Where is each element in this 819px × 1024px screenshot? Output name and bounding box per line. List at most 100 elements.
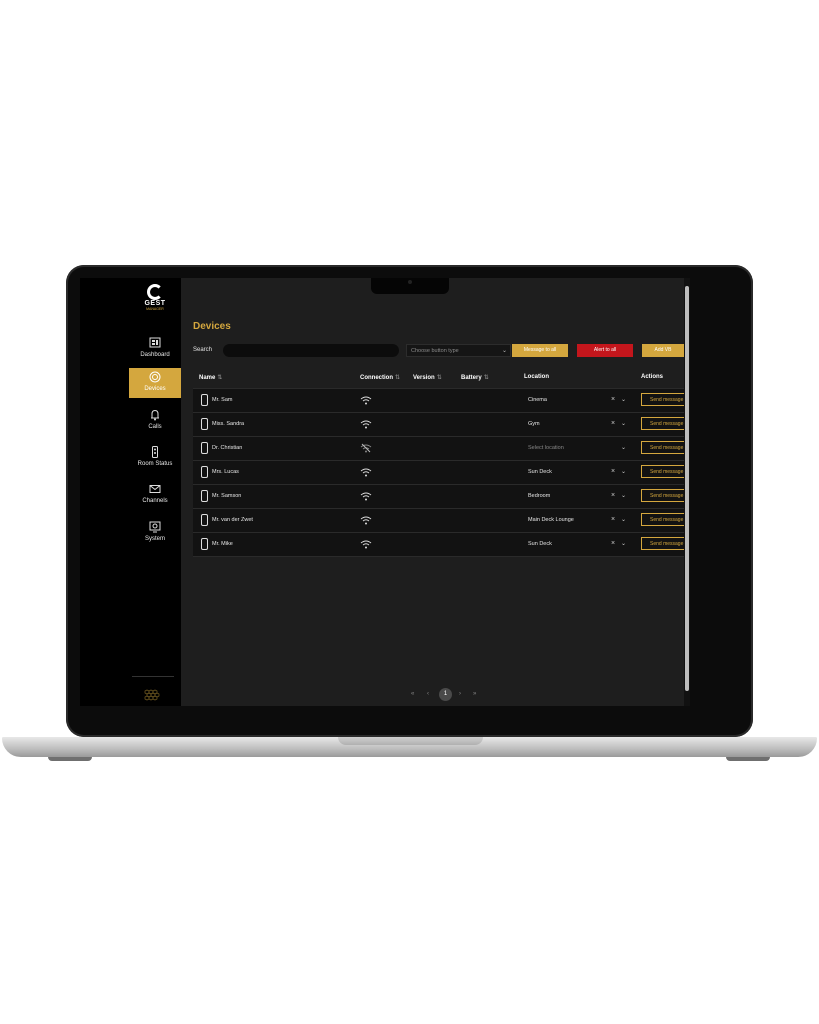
- logo-icon: [147, 284, 163, 300]
- phone-icon: [201, 538, 208, 550]
- device-name: Mr. Sam: [212, 397, 233, 403]
- logo-text: GEST: [144, 300, 166, 307]
- send-message-button[interactable]: Send message: [641, 441, 685, 454]
- send-message-button[interactable]: Send message: [641, 417, 685, 430]
- sidebar-item-system[interactable]: System: [129, 518, 181, 548]
- sidebar-item-room-status[interactable]: Room Status: [129, 443, 181, 473]
- table-row: Mr. Samson Bedroom × ⌄ Send message: [193, 485, 685, 509]
- laptop-base-notch: [338, 737, 483, 745]
- location-select[interactable]: Cinema: [528, 397, 547, 403]
- sort-icon: ⇅: [436, 375, 442, 381]
- send-message-button[interactable]: Send message: [641, 489, 685, 502]
- column-header-version[interactable]: Version ⇅: [413, 374, 442, 381]
- table-body: Mr. Sam Cinema × ⌄ Send message Miss. Sandra G…: [193, 389, 685, 557]
- device-name: Dr. Christian: [212, 445, 243, 451]
- device-name: Mrs. Lucas: [212, 469, 239, 475]
- column-header-connection[interactable]: Connection ⇅: [360, 374, 400, 381]
- location-select[interactable]: Sun Deck: [528, 469, 552, 475]
- location-select[interactable]: Gym: [528, 421, 540, 427]
- page-title: Devices: [193, 321, 231, 332]
- search-input[interactable]: [223, 344, 399, 357]
- camera-icon: [408, 280, 412, 284]
- send-message-button[interactable]: Send message: [641, 537, 685, 550]
- column-header-battery[interactable]: Battery ⇅: [461, 374, 489, 381]
- wifi-icon: [360, 468, 372, 477]
- location-select[interactable]: Bedroom: [528, 493, 550, 499]
- message-to-all-button[interactable]: Message to all: [512, 344, 568, 357]
- alert-to-all-button[interactable]: Alert to all: [577, 344, 633, 357]
- sidebar-item-calls[interactable]: Calls: [129, 406, 181, 436]
- button-type-select[interactable]: Choose button type ⌄: [406, 344, 511, 357]
- chevron-down-icon[interactable]: ⌄: [621, 444, 626, 451]
- location-select[interactable]: Select location: [528, 445, 564, 451]
- device-name: Mr. van der Zwet: [212, 517, 253, 523]
- location-select[interactable]: Main Deck Lounge: [528, 517, 574, 523]
- table-row: Mr. van der Zwet Main Deck Lounge × ⌄ Send m…: [193, 509, 685, 533]
- phone-icon: [201, 514, 208, 526]
- sidebar-item-label: Devices: [144, 386, 166, 392]
- sidebar: GEST MANAGER Dashboard Devices Calls Roo…: [80, 278, 181, 706]
- chevron-down-icon[interactable]: ⌄: [621, 540, 626, 547]
- chevron-down-icon[interactable]: ⌄: [621, 492, 626, 499]
- sort-icon: ⇅: [395, 375, 401, 381]
- send-message-button[interactable]: Send message: [641, 393, 685, 406]
- column-header-name[interactable]: Name ⇅: [199, 374, 222, 381]
- wifi-icon: [360, 492, 372, 501]
- send-message-button[interactable]: Send message: [641, 465, 685, 478]
- column-header-actions: Actions: [641, 374, 664, 380]
- sidebar-item-channels[interactable]: Channels: [129, 480, 181, 510]
- table-row: Miss. Sandra Gym × ⌄ Send message: [193, 413, 685, 437]
- location-select[interactable]: Sun Deck: [528, 541, 552, 547]
- page-button-current[interactable]: 1: [439, 688, 452, 701]
- hexagon-pattern-icon: [144, 689, 160, 701]
- wifi-icon: [360, 540, 372, 549]
- phone-icon: [201, 466, 208, 478]
- laptop-foot-right: [726, 757, 770, 761]
- add-button[interactable]: Add VB: [642, 344, 684, 357]
- chevron-down-icon[interactable]: ⌄: [621, 420, 626, 427]
- wifi-icon: [360, 396, 372, 405]
- scrollbar[interactable]: [684, 278, 690, 706]
- screen: GEST MANAGER Dashboard Devices Calls Roo…: [80, 278, 690, 706]
- sidebar-item-label: Room Status: [137, 461, 173, 467]
- clear-location-icon[interactable]: ×: [611, 540, 615, 547]
- device-name: Mr. Mike: [212, 541, 233, 547]
- sidebar-item-label: Dashboard: [140, 352, 170, 358]
- sidebar-item-devices[interactable]: Devices: [129, 368, 181, 398]
- table-row: Mr. Mike Sun Deck × ⌄ Send message: [193, 533, 685, 557]
- sort-icon: ⇅: [217, 375, 223, 381]
- sidebar-divider: [132, 676, 174, 677]
- first-page-button[interactable]: «: [411, 691, 414, 697]
- sidebar-item-label: System: [144, 536, 165, 542]
- clear-location-icon[interactable]: ×: [611, 492, 615, 499]
- chevron-down-icon[interactable]: ⌄: [621, 468, 626, 475]
- last-page-button[interactable]: »: [473, 691, 476, 697]
- clear-location-icon[interactable]: ×: [611, 420, 615, 427]
- sort-icon: ⇅: [483, 375, 489, 381]
- sidebar-item-label: Calls: [148, 424, 162, 430]
- chevron-down-icon[interactable]: ⌄: [621, 396, 626, 403]
- clear-location-icon[interactable]: ×: [611, 396, 615, 403]
- main-content: Devices Search Choose button type ⌄ Mess…: [181, 278, 690, 706]
- column-header-location: Location: [524, 374, 549, 380]
- dashboard-icon: [149, 337, 161, 348]
- phone-icon: [201, 394, 208, 406]
- clear-location-icon[interactable]: ×: [611, 516, 615, 523]
- room-status-icon: [152, 446, 158, 458]
- button-type-select-placeholder: Choose button type: [411, 348, 459, 354]
- search-label: Search: [193, 347, 213, 353]
- wifi-icon: [360, 516, 372, 525]
- next-page-button[interactable]: ›: [459, 691, 461, 697]
- chevron-down-icon[interactable]: ⌄: [621, 516, 626, 523]
- chevron-down-icon: ⌄: [501, 348, 507, 354]
- devices-icon: [149, 371, 161, 383]
- clear-location-icon[interactable]: ×: [611, 468, 615, 475]
- system-icon: [149, 521, 161, 533]
- send-message-button[interactable]: Send message: [641, 513, 685, 526]
- logo-subtext: MANAGER: [146, 307, 164, 311]
- phone-icon: [201, 442, 208, 454]
- scrollbar-thumb[interactable]: [685, 286, 689, 691]
- prev-page-button[interactable]: ‹: [427, 691, 429, 697]
- sidebar-item-dashboard[interactable]: Dashboard: [129, 334, 181, 364]
- table-row: Mrs. Lucas Sun Deck × ⌄ Send message: [193, 461, 685, 485]
